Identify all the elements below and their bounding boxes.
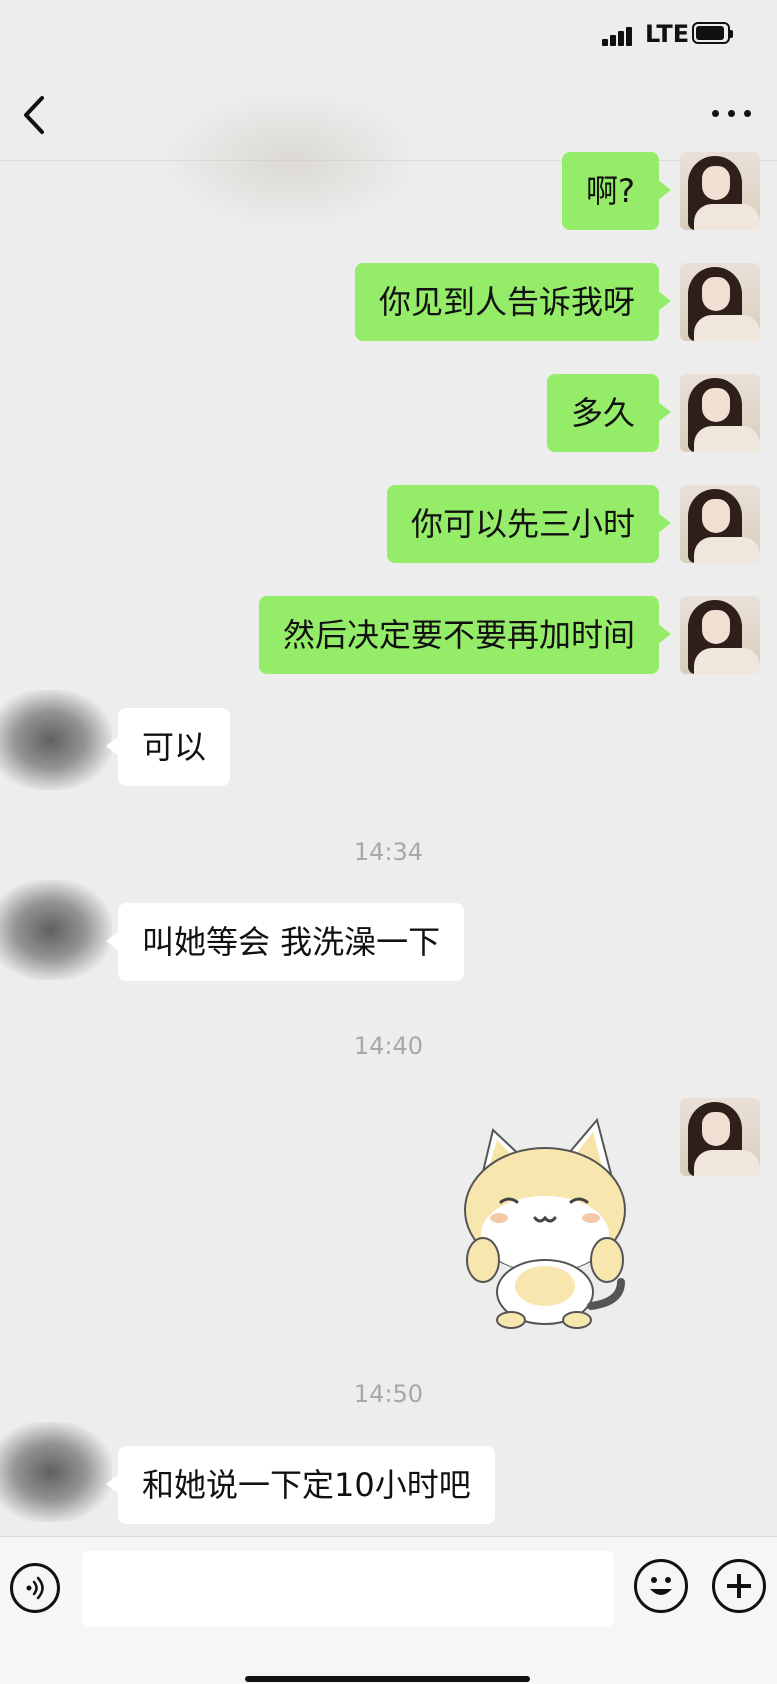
message-bubble[interactable]: 叫她等会 我洗澡一下 [105, 903, 465, 981]
emoji-icon[interactable] [634, 1559, 688, 1613]
battery-icon [692, 22, 733, 44]
timestamp: 14:34 [353, 838, 424, 866]
message-bubble[interactable]: 你可以先三小时 [386, 485, 672, 563]
avatar[interactable] [680, 263, 760, 341]
avatar[interactable] [680, 485, 760, 563]
message-bubble[interactable]: 可以 [105, 708, 231, 786]
message-text: 叫她等会 我洗澡一下 [142, 923, 441, 961]
message-bubble[interactable]: 和她说一下定10小时吧 [106, 1446, 495, 1524]
timestamp: 14:40 [353, 1032, 424, 1060]
message-text: 你见到人告诉我呀 [378, 283, 635, 321]
message-bubble[interactable]: 啊? [562, 152, 671, 230]
message-input[interactable] [82, 1551, 614, 1627]
message-text: 和她说一下定10小时吧 [142, 1466, 471, 1504]
cat-sticker[interactable] [455, 1110, 635, 1330]
timestamp: 14:50 [353, 1380, 424, 1408]
message-text: 可以 [142, 728, 207, 766]
message-bubble[interactable]: 多久 [546, 374, 672, 452]
avatar[interactable] [680, 152, 760, 230]
message-text: 啊? [586, 172, 635, 210]
network-label: LTE [645, 20, 690, 48]
message-text: 多久 [570, 394, 635, 432]
status-bar: LTE [0, 0, 777, 70]
input-bar [0, 1536, 777, 1684]
avatar[interactable] [680, 374, 760, 452]
voice-icon[interactable] [10, 1563, 60, 1613]
avatar[interactable] [0, 880, 112, 980]
message-bubble[interactable]: 你见到人告诉我呀 [354, 263, 672, 341]
avatar[interactable] [0, 1422, 112, 1522]
home-indicator[interactable] [245, 1676, 530, 1682]
avatar[interactable] [680, 1098, 760, 1176]
chevron-left-icon[interactable] [14, 92, 54, 138]
message-bubble[interactable]: 然后决定要不要再加时间 [258, 596, 672, 674]
message-text: 你可以先三小时 [410, 505, 635, 543]
plus-icon[interactable] [712, 1559, 766, 1613]
more-dots-icon[interactable] [708, 104, 756, 124]
avatar[interactable] [0, 690, 112, 790]
message-text: 然后决定要不要再加时间 [282, 616, 635, 654]
avatar[interactable] [680, 596, 760, 674]
blur-smudge [160, 90, 420, 230]
signal-icon [602, 26, 634, 46]
